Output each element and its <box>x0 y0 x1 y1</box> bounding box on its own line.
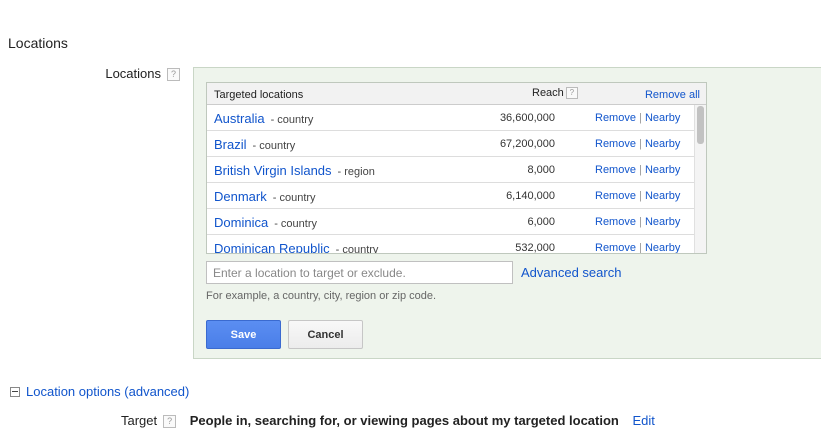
header-targeted-locations: Targeted locations <box>214 89 304 101</box>
location-name-text[interactable]: Australia <box>214 111 265 126</box>
location-search-input[interactable] <box>206 261 513 284</box>
table-row: Dominican Republic - country 532,000 Remove… <box>207 235 706 254</box>
location-name[interactable]: Australia - country <box>214 111 313 126</box>
remove-link[interactable]: Remove <box>595 216 636 228</box>
location-type: - country <box>270 114 314 126</box>
location-name-text[interactable]: Dominican Republic <box>214 241 330 253</box>
row-actions: Remove | Nearby <box>595 164 680 176</box>
location-name[interactable]: Dominican Republic - country <box>214 241 379 254</box>
location-input-hint: For example, a country, city, region or … <box>206 290 437 302</box>
remove-link[interactable]: Remove <box>595 190 636 202</box>
action-separator: | <box>639 112 642 124</box>
location-reach: 67,200,000 <box>499 138 555 150</box>
nearby-link[interactable]: Nearby <box>645 112 680 124</box>
nearby-link[interactable]: Nearby <box>645 216 680 228</box>
row-actions: Remove | Nearby <box>595 242 680 254</box>
nearby-link[interactable]: Nearby <box>645 190 680 202</box>
nearby-link[interactable]: Nearby <box>645 164 680 176</box>
table-row: Australia - country 36,600,000 Remove | Nea… <box>207 105 706 131</box>
reach-help-icon[interactable]: ? <box>565 87 578 100</box>
remove-all-link[interactable]: Remove all <box>645 89 700 101</box>
location-name-text[interactable]: Brazil <box>214 137 247 152</box>
location-name-text[interactable]: British Virgin Islands <box>214 163 332 178</box>
location-reach: 532,000 <box>515 242 555 254</box>
remove-link[interactable]: Remove <box>595 112 636 124</box>
location-options-label[interactable]: Location options (advanced) <box>26 384 189 399</box>
header-reach-label: Reach <box>532 87 564 99</box>
locations-field-label-wrap: Locations? <box>60 66 180 82</box>
nearby-link[interactable]: Nearby <box>645 138 680 150</box>
location-options-toggle[interactable]: Location options (advanced) <box>10 384 189 399</box>
cancel-button[interactable]: Cancel <box>288 320 363 349</box>
table-row: Dominica - country 6,000 Remove | Nearby <box>207 209 706 235</box>
header-reach: Reach? <box>532 87 578 100</box>
table-scrollbar[interactable] <box>694 105 706 253</box>
location-type: - country <box>335 244 379 254</box>
location-type: - country <box>252 140 296 152</box>
location-name-text[interactable]: Dominica <box>214 215 268 230</box>
location-name[interactable]: British Virgin Islands - region <box>214 163 375 178</box>
target-help-icon[interactable]: ? <box>163 415 177 428</box>
row-actions: Remove | Nearby <box>595 190 680 202</box>
action-separator: | <box>639 190 642 202</box>
table-row: Brazil - country 67,200,000 Remove | Nearby <box>207 131 706 157</box>
scrollbar-thumb[interactable] <box>697 106 704 144</box>
location-name-text[interactable]: Denmark <box>214 189 267 204</box>
location-name[interactable]: Brazil - country <box>214 137 295 152</box>
collapse-icon[interactable] <box>10 386 20 397</box>
action-separator: | <box>639 216 642 228</box>
advanced-search-link[interactable]: Advanced search <box>521 265 621 280</box>
location-reach: 8,000 <box>527 164 555 176</box>
action-separator: | <box>639 138 642 150</box>
location-reach: 6,140,000 <box>506 190 555 202</box>
table-body: Australia - country 36,600,000 Remove | Nea… <box>207 105 706 254</box>
nearby-link[interactable]: Nearby <box>645 242 680 253</box>
location-type: - region <box>337 166 375 178</box>
location-type: - country <box>272 192 316 204</box>
table-header: Targeted locations Reach? Remove all <box>207 83 706 105</box>
location-name[interactable]: Dominica - country <box>214 215 317 230</box>
locations-field-label: Locations? <box>105 66 180 82</box>
save-button[interactable]: Save <box>206 320 281 349</box>
action-separator: | <box>639 242 642 254</box>
help-icon[interactable]: ? <box>167 68 180 82</box>
location-reach: 6,000 <box>527 216 555 228</box>
row-actions: Remove | Nearby <box>595 138 680 150</box>
location-type: - country <box>274 218 317 230</box>
targeted-locations-table: Targeted locations Reach? Remove all Aus… <box>206 82 707 254</box>
location-name[interactable]: Denmark - country <box>214 189 316 204</box>
remove-link[interactable]: Remove <box>595 242 636 253</box>
table-row: British Virgin Islands - region 8,000 Remov… <box>207 157 706 183</box>
remove-link[interactable]: Remove <box>595 138 636 150</box>
locations-panel: Targeted locations Reach? Remove all Aus… <box>193 67 821 359</box>
remove-link[interactable]: Remove <box>595 164 636 176</box>
action-separator: | <box>639 164 642 176</box>
row-actions: Remove | Nearby <box>595 216 680 228</box>
location-reach: 36,600,000 <box>499 112 555 124</box>
table-row: Denmark - country 6,140,000 Remove | Nearby <box>207 183 706 209</box>
locations-label-text: Locations <box>105 66 161 81</box>
row-actions: Remove | Nearby <box>595 112 680 124</box>
section-title: Locations <box>8 35 68 51</box>
